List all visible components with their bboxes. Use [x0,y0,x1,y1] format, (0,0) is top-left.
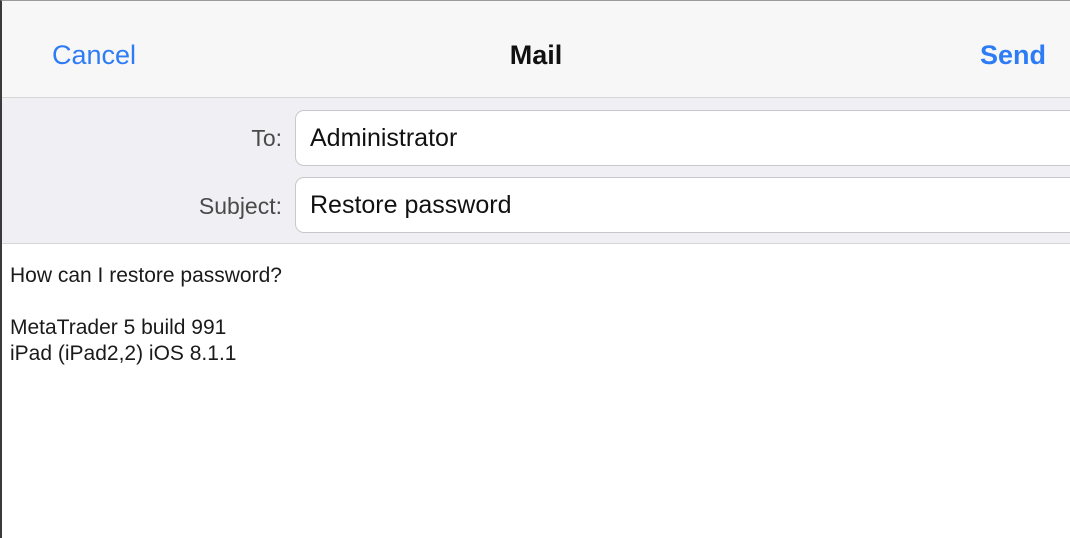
body-line: MetaTrader 5 build 991 [10,316,227,339]
to-field-value: Administrator [310,124,458,152]
navigation-bar: Cancel Mail Send [2,1,1070,98]
page-title: Mail [509,40,563,70]
subject-field-value: Restore password [310,191,512,219]
message-header-fields: To: Administrator Subject: Restore passw… [2,98,1070,244]
send-button[interactable]: Send [980,39,1046,71]
subject-field[interactable]: Restore password [295,177,1070,233]
to-label: To: [251,125,282,151]
mail-compose-window: Cancel Mail Send To: Administrator Subje… [0,0,1070,538]
subject-label: Subject: [198,193,282,219]
body-line [10,289,1050,315]
message-body[interactable]: How can I restore password? MetaTrader 5… [10,263,1050,367]
to-field[interactable]: Administrator [295,110,1070,166]
body-line: iPad (iPad2,2) iOS 8.1.1 [10,342,237,365]
body-line: How can I restore password? [10,264,282,287]
